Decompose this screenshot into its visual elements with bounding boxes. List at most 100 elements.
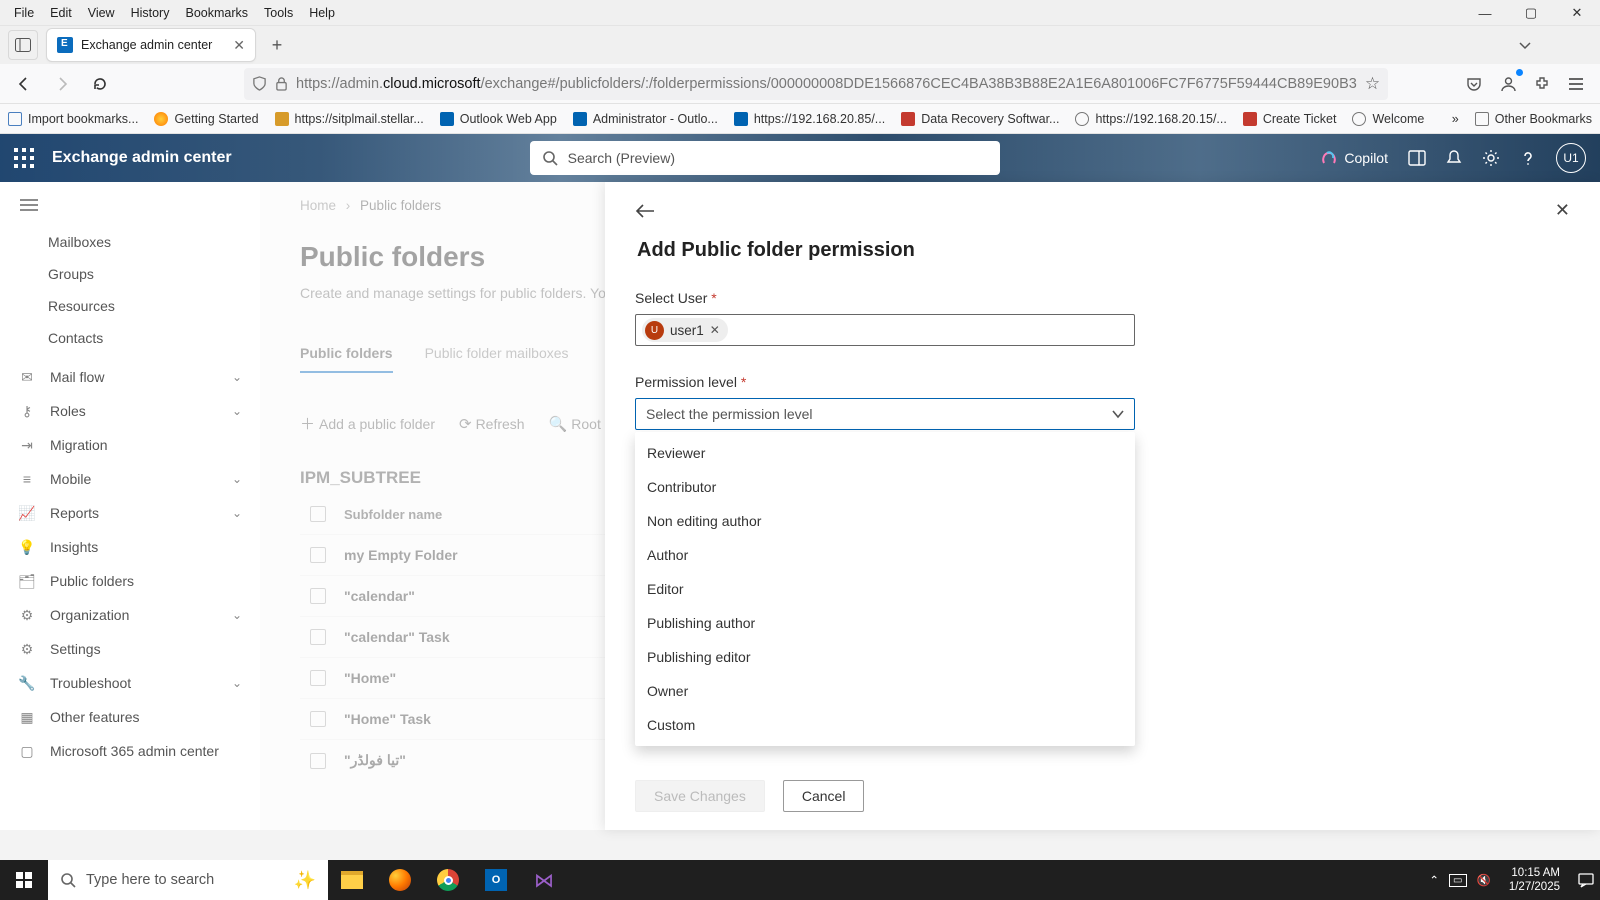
bookmark-overflow-icon[interactable]: » [1452, 112, 1461, 126]
notifications-icon[interactable] [1446, 149, 1462, 167]
taskbar-app-chrome[interactable] [424, 860, 472, 900]
close-window-button[interactable]: ✕ [1554, 0, 1600, 26]
url-input[interactable]: https://admin.cloud.microsoft/exchange#/… [244, 68, 1388, 100]
taskbar-app-explorer[interactable] [328, 860, 376, 900]
sidebar-item[interactable]: ⇥Migration [0, 428, 260, 462]
main-content: Home › Public folders Public folders Cre… [260, 182, 1600, 830]
sidebar-item-label: Mail flow [50, 369, 104, 385]
panel-icon[interactable] [1408, 150, 1426, 166]
sidebar-item[interactable]: Contacts [0, 322, 260, 354]
permission-level-select[interactable]: Select the permission level [635, 398, 1135, 430]
menu-edit[interactable]: Edit [42, 4, 80, 22]
browser-menu-bar: File Edit View History Bookmarks Tools H… [0, 0, 1600, 26]
bookmark-item[interactable]: Import bookmarks... [8, 112, 138, 126]
taskbar-search-input[interactable]: Type here to search ✨ [48, 860, 328, 900]
account-icon[interactable] [1494, 70, 1522, 98]
permission-option[interactable]: Reviewer [635, 436, 1135, 470]
bookmark-item[interactable]: Data Recovery Softwar... [901, 112, 1059, 126]
sidebar-item[interactable]: ⚷Roles⌄ [0, 394, 260, 428]
sidebar-item[interactable]: Groups [0, 258, 260, 290]
systray-volume-icon[interactable]: 🔇 [1477, 873, 1491, 887]
sidebar-item[interactable]: ≡Mobile⌄ [0, 462, 260, 496]
sidebar-item-icon: 💡 [18, 538, 36, 556]
settings-icon[interactable] [1482, 149, 1500, 167]
sidebar-item[interactable]: 💡Insights [0, 530, 260, 564]
sidebar-item[interactable]: 🔧Troubleshoot⌄ [0, 666, 260, 700]
start-button[interactable] [0, 860, 48, 900]
sidebar-item[interactable]: ▦Other features [0, 700, 260, 734]
permission-option[interactable]: Custom [635, 708, 1135, 742]
bookmark-item[interactable]: Administrator - Outlo... [573, 112, 718, 126]
bookmark-item[interactable]: https://sitplmail.stellar... [275, 112, 424, 126]
systray-input-icon[interactable]: ▭ [1449, 874, 1466, 887]
app-menu-icon[interactable] [1562, 70, 1590, 98]
user-avatar[interactable]: U1 [1556, 143, 1586, 173]
sidebar-toggle-icon[interactable] [0, 192, 260, 226]
browser-tab[interactable]: Exchange admin center ✕ [46, 28, 256, 62]
select-user-input[interactable]: U user1 ✕ [635, 314, 1135, 346]
sidebar-item[interactable]: 📈Reports⌄ [0, 496, 260, 530]
permission-option[interactable]: Author [635, 538, 1135, 572]
sidebar-item[interactable]: Resources [0, 290, 260, 322]
taskbar-app-firefox[interactable] [376, 860, 424, 900]
back-button[interactable] [10, 70, 38, 98]
bookmark-item[interactable]: Getting Started [154, 112, 258, 126]
permission-option[interactable]: Contributor [635, 470, 1135, 504]
extensions-icon[interactable] [1528, 70, 1556, 98]
menu-history[interactable]: History [123, 4, 178, 22]
minimize-button[interactable]: — [1462, 0, 1508, 26]
forward-button[interactable] [48, 70, 76, 98]
maximize-button[interactable]: ▢ [1508, 0, 1554, 26]
menu-tools[interactable]: Tools [256, 4, 301, 22]
permission-option[interactable]: Publishing editor [635, 640, 1135, 674]
flyout-close-button[interactable]: ✕ [1555, 200, 1570, 221]
permission-option[interactable]: Publishing author [635, 606, 1135, 640]
bookmark-item[interactable]: Create Ticket [1243, 112, 1337, 126]
taskbar-app-visualstudio[interactable]: ⋈ [520, 860, 568, 900]
reload-button[interactable] [86, 70, 114, 98]
menu-bookmarks[interactable]: Bookmarks [177, 4, 256, 22]
systray-notifications-icon[interactable] [1578, 872, 1594, 888]
taskbar-app-outlook[interactable]: O [472, 860, 520, 900]
app-launcher-icon[interactable] [14, 148, 34, 168]
systray-clock[interactable]: 10:15 AM 1/27/2025 [1501, 866, 1568, 895]
cancel-button[interactable]: Cancel [783, 780, 865, 812]
sidebar-item[interactable]: ⚙Organization⌄ [0, 598, 260, 632]
sidebar-item-label: Other features [50, 709, 140, 725]
copilot-icon [1320, 149, 1338, 167]
permission-option[interactable]: Owner [635, 674, 1135, 708]
bookmark-item[interactable]: https://192.168.20.15/... [1075, 112, 1226, 126]
sidebar-item-label: Groups [48, 266, 94, 282]
sidebar-item[interactable]: Mailboxes [0, 226, 260, 258]
taskbar-systray: ⌃ ▭ 🔇 10:15 AM 1/27/2025 [1429, 866, 1600, 895]
user-chip-remove-icon[interactable]: ✕ [710, 323, 720, 337]
bookmark-item[interactable]: https://192.168.20.85/... [734, 112, 885, 126]
sidebar-item-icon: ▢ [18, 742, 36, 760]
copilot-button[interactable]: Copilot [1320, 149, 1388, 167]
bookmark-item[interactable]: Welcome [1352, 112, 1424, 126]
other-bookmarks[interactable]: Other Bookmarks [1475, 112, 1592, 126]
app-brand[interactable]: Exchange admin center [52, 149, 232, 167]
help-icon[interactable] [1520, 150, 1536, 166]
bookmark-star-icon[interactable]: ☆ [1365, 74, 1380, 94]
header-search-input[interactable]: Search (Preview) [530, 141, 1000, 175]
pocket-icon[interactable] [1460, 70, 1488, 98]
menu-file[interactable]: File [6, 4, 42, 22]
flyout-back-button[interactable] [635, 203, 655, 219]
permission-option[interactable]: Editor [635, 572, 1135, 606]
sidebar-item[interactable]: ⚙Settings [0, 632, 260, 666]
systray-overflow-icon[interactable]: ⌃ [1429, 873, 1439, 887]
menu-view[interactable]: View [80, 4, 123, 22]
tab-overflow-button[interactable] [1518, 40, 1592, 50]
bookmark-item[interactable]: Outlook Web App [440, 112, 557, 126]
new-tab-button[interactable]: + [262, 30, 292, 60]
sidebar-item[interactable]: 🗂Public folders [0, 564, 260, 598]
save-button[interactable]: Save Changes [635, 780, 765, 812]
taskbar-pinned-apps: O ⋈ [328, 860, 568, 900]
sidebar-item[interactable]: ▢Microsoft 365 admin center [0, 734, 260, 768]
menu-help[interactable]: Help [301, 4, 343, 22]
permission-option[interactable]: Non editing author [635, 504, 1135, 538]
sidepanel-toggle-button[interactable] [8, 30, 38, 60]
tab-close-button[interactable]: ✕ [233, 37, 245, 54]
sidebar-item[interactable]: ✉Mail flow⌄ [0, 360, 260, 394]
